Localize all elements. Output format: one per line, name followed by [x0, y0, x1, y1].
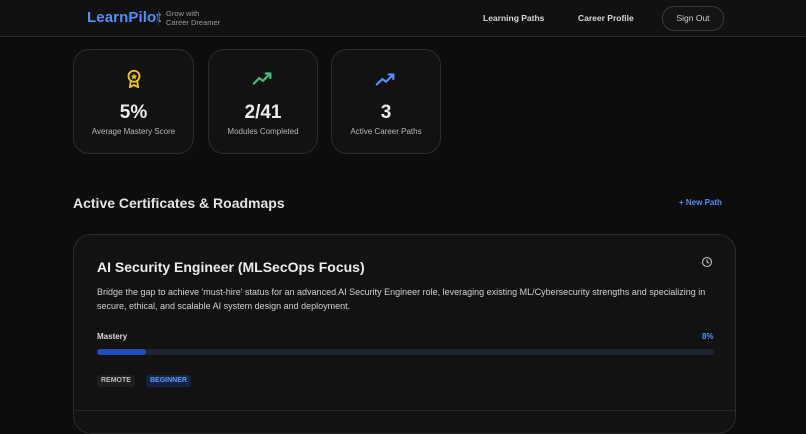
- mastery-percent: 8%: [702, 332, 714, 341]
- stat-value: 3: [380, 102, 392, 123]
- top-header: LearnPilot Grow with Career Dreamer Lear…: [0, 0, 806, 37]
- brand-tagline: Grow with Career Dreamer: [166, 9, 220, 27]
- stat-label: Modules Completed: [227, 127, 299, 136]
- mastery-progress-fill: [97, 349, 147, 355]
- stat-label: Active Career Paths: [350, 127, 422, 136]
- nav-career-profile[interactable]: Career Profile: [578, 13, 634, 23]
- stat-card-mastery: 5% Average Mastery Score: [73, 49, 194, 154]
- brand-logo[interactable]: LearnPilot: [87, 9, 161, 26]
- mastery-label: Mastery: [97, 332, 128, 341]
- stat-card-modules: 2/41 Modules Completed: [208, 49, 318, 154]
- award-icon: [127, 69, 140, 89]
- roadmap-description: Bridge the gap to achieve 'must-hire' st…: [97, 287, 706, 311]
- roadmap-card[interactable]: AI Security Engineer (MLSecOps Focus) Br…: [73, 234, 736, 434]
- sign-out-button[interactable]: Sign Out: [662, 6, 724, 31]
- stat-value: 2/41: [244, 102, 282, 123]
- mastery-progress-bar: [97, 349, 714, 355]
- roadmap-title: AI Security Engineer (MLSecOps Focus): [97, 259, 365, 275]
- tag-remote: REMOTE: [97, 375, 135, 387]
- tagline-line-1: Grow with: [166, 9, 200, 18]
- tag-beginner: BEGINNER: [146, 375, 191, 387]
- clock-icon[interactable]: [701, 256, 713, 268]
- stat-card-career-paths: 3 Active Career Paths: [331, 49, 441, 154]
- trend-up-icon: [252, 72, 272, 85]
- brand-divider: [158, 11, 159, 25]
- new-path-button[interactable]: + New Path: [679, 198, 722, 207]
- card-divider: [74, 410, 735, 411]
- stat-value: 5%: [119, 102, 148, 123]
- nav-learning-paths[interactable]: Learning Paths: [483, 13, 544, 23]
- stat-label: Average Mastery Score: [91, 127, 176, 136]
- section-title: Active Certificates & Roadmaps: [73, 195, 285, 211]
- trend-up-icon: [375, 73, 395, 86]
- tagline-line-2: Career Dreamer: [166, 18, 221, 27]
